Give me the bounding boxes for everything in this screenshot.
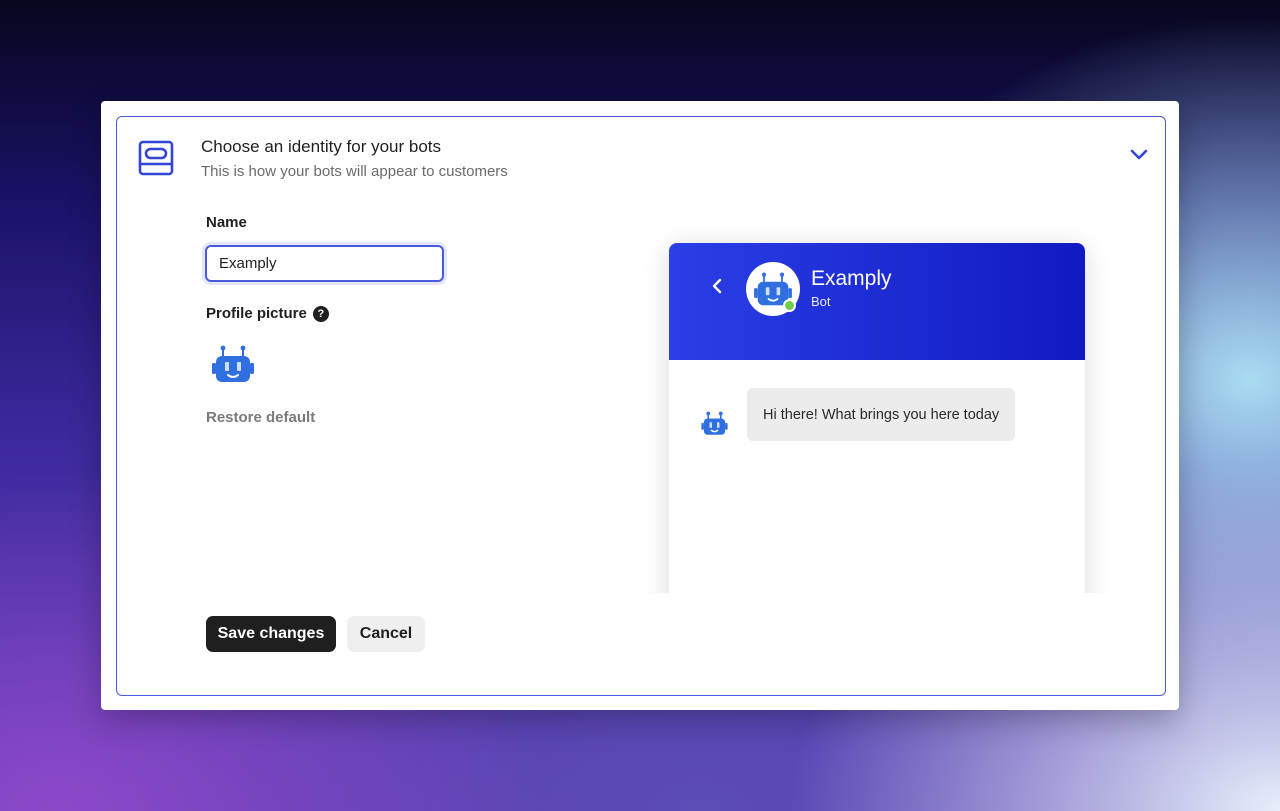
section-subtitle: This is how your bots will appear to cus…	[201, 163, 508, 180]
restore-default-link[interactable]: Restore default	[206, 409, 315, 426]
preview-header: Examply Bot	[669, 243, 1085, 360]
chevron-down-icon[interactable]	[1129, 147, 1149, 163]
bot-card-icon	[138, 140, 174, 176]
save-changes-button[interactable]: Save changes	[206, 616, 336, 652]
preview-bot-role: Bot	[811, 294, 831, 309]
settings-card: Choose an identity for your bots This is…	[101, 101, 1179, 710]
chat-preview: Examply Bot Hi there! What brings you he…	[635, 217, 1119, 593]
bot-identity-panel: Choose an identity for your bots This is…	[116, 116, 1166, 696]
preview-bot-name: Examply	[811, 267, 892, 290]
name-label: Name	[206, 214, 247, 231]
bot-message-bubble: Hi there! What brings you here today	[747, 388, 1016, 441]
profile-picture-row: Profile picture ?	[206, 305, 329, 322]
messenger-preview: Examply Bot Hi there! What brings you he…	[669, 243, 1085, 593]
online-status-dot	[783, 299, 796, 312]
chevron-left-icon	[712, 278, 722, 294]
robot-icon[interactable]	[212, 344, 254, 384]
name-input[interactable]	[205, 245, 444, 282]
section-title: Choose an identity for your bots	[201, 137, 442, 156]
profile-picture-label: Profile picture	[206, 305, 307, 322]
robot-icon	[701, 411, 728, 435]
cancel-button[interactable]: Cancel	[347, 616, 425, 652]
question-circle-icon[interactable]: ?	[312, 305, 329, 322]
